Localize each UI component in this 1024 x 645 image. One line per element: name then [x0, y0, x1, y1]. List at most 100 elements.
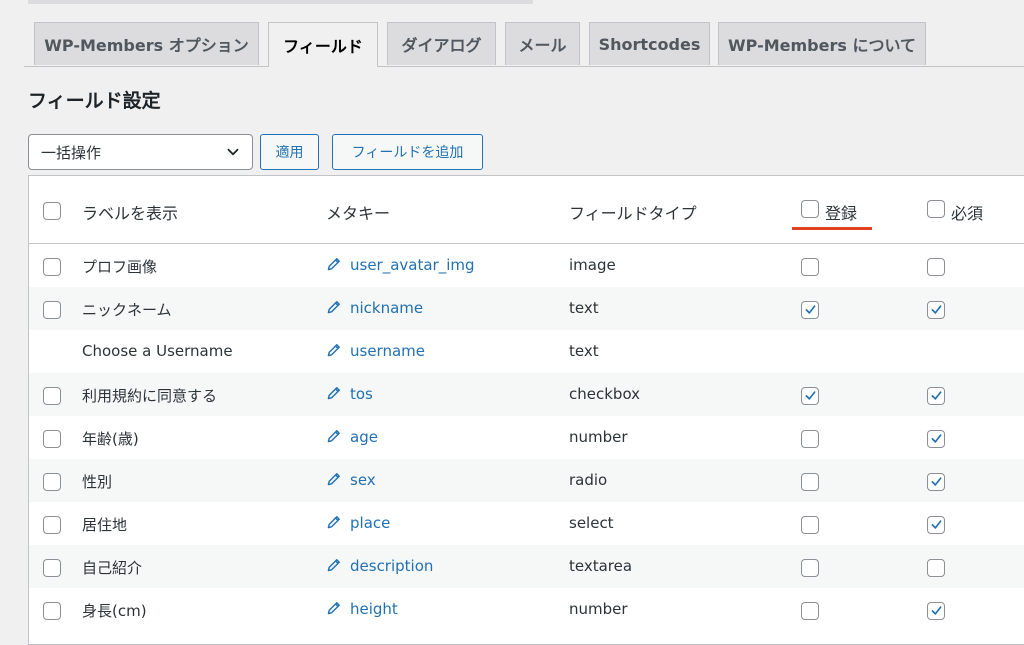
- row-register-checkbox[interactable]: [801, 387, 819, 405]
- row-select-checkbox[interactable]: [43, 559, 61, 577]
- row-required-checkbox[interactable]: [927, 301, 945, 319]
- row-meta-key-link[interactable]: height: [326, 600, 398, 618]
- row-field-type: number: [569, 600, 628, 618]
- row-meta-key: place: [350, 514, 391, 532]
- register-highlight-underline: [792, 227, 872, 230]
- pencil-icon: [327, 430, 340, 443]
- row-select-checkbox[interactable]: [43, 516, 61, 534]
- pencil-icon: [327, 602, 340, 615]
- tab-shortcodes[interactable]: Shortcodes: [589, 22, 710, 65]
- table-row: 身長(cm) height number: [29, 588, 1024, 631]
- row-meta-key: username: [350, 342, 425, 360]
- chevron-down-icon: [227, 148, 239, 156]
- row-register-checkbox[interactable]: [801, 473, 819, 491]
- row-select-checkbox[interactable]: [43, 387, 61, 405]
- row-meta-key: description: [350, 557, 434, 575]
- row-meta-key: nickname: [350, 299, 424, 317]
- column-label-header[interactable]: ラベルを表示: [82, 200, 178, 224]
- register-all-checkbox[interactable]: [801, 200, 819, 218]
- row-required-checkbox[interactable]: [927, 430, 945, 448]
- row-meta-key: tos: [350, 385, 373, 403]
- row-meta-key-link[interactable]: username: [326, 342, 425, 360]
- row-label: 利用規約に同意する: [82, 387, 218, 405]
- column-field-type-header[interactable]: フィールドタイプ: [569, 200, 697, 224]
- table-header: ラベルを表示 メタキー フィールドタイプ 登録 必須: [29, 176, 1024, 244]
- row-register-checkbox[interactable]: [801, 602, 819, 620]
- row-meta-key: user_avatar_img: [350, 256, 475, 274]
- row-select-checkbox[interactable]: [43, 602, 61, 620]
- row-label: 自己紹介: [82, 559, 143, 577]
- top-scrollbar-strip: [28, 0, 533, 4]
- row-field-type: number: [569, 428, 628, 446]
- row-register-checkbox[interactable]: [801, 559, 819, 577]
- row-meta-key: sex: [350, 471, 376, 489]
- row-required-checkbox[interactable]: [927, 559, 945, 577]
- bulk-action-value: 一括操作: [41, 143, 102, 162]
- row-field-type: text: [569, 299, 599, 317]
- bulk-action-select[interactable]: 一括操作: [28, 134, 253, 170]
- row-field-type: text: [569, 342, 599, 360]
- row-meta-key: age: [350, 428, 378, 446]
- row-label: 居住地: [82, 516, 128, 534]
- row-register-checkbox[interactable]: [801, 430, 819, 448]
- table-row: Choose a Username username text: [29, 330, 1024, 373]
- tab-fields[interactable]: フィールド: [268, 22, 378, 67]
- row-required-checkbox[interactable]: [927, 516, 945, 534]
- table-row: 利用規約に同意する tos checkbox: [29, 373, 1024, 416]
- table-row: プロフ画像 user_avatar_img image: [29, 244, 1024, 287]
- table-row: 年齢(歳) age number: [29, 416, 1024, 459]
- pencil-icon: [327, 387, 340, 400]
- pencil-icon: [327, 473, 340, 486]
- table-row: 自己紹介 description textarea: [29, 545, 1024, 588]
- row-label: 身長(cm): [82, 602, 147, 620]
- add-field-button[interactable]: フィールドを追加: [332, 134, 483, 170]
- select-all-checkbox[interactable]: [43, 202, 61, 220]
- row-register-checkbox[interactable]: [801, 301, 819, 319]
- tab-about[interactable]: WP-Members について: [718, 22, 926, 65]
- row-field-type: image: [569, 256, 616, 274]
- row-meta-key-link[interactable]: place: [326, 514, 390, 532]
- pencil-icon: [327, 344, 340, 357]
- row-meta-key-link[interactable]: tos: [326, 385, 373, 403]
- table-row: 居住地 place select: [29, 502, 1024, 545]
- row-label: 性別: [82, 473, 113, 491]
- apply-button[interactable]: 適用: [260, 134, 319, 170]
- row-label: プロフ画像: [82, 258, 158, 276]
- row-label: 年齢(歳): [82, 430, 139, 448]
- table-row: ニックネーム nickname text: [29, 287, 1024, 330]
- row-field-type: textarea: [569, 557, 633, 575]
- pencil-icon: [327, 516, 340, 529]
- pencil-icon: [327, 559, 340, 572]
- row-required-checkbox[interactable]: [927, 602, 945, 620]
- row-meta-key-link[interactable]: age: [326, 428, 378, 446]
- row-meta-key-link[interactable]: description: [326, 557, 433, 575]
- row-select-checkbox[interactable]: [43, 301, 61, 319]
- row-register-checkbox[interactable]: [801, 516, 819, 534]
- pencil-icon: [327, 301, 340, 314]
- required-all-checkbox[interactable]: [927, 200, 945, 218]
- row-required-checkbox[interactable]: [927, 473, 945, 491]
- row-meta-key-link[interactable]: nickname: [326, 299, 423, 317]
- row-label: Choose a Username: [82, 342, 233, 360]
- tab-options[interactable]: WP-Members オプション: [34, 22, 259, 65]
- tabs-divider: [24, 66, 1024, 67]
- column-meta-key-header[interactable]: メタキー: [326, 200, 390, 224]
- row-field-type: radio: [569, 471, 608, 489]
- tab-dialogs[interactable]: ダイアログ: [387, 22, 496, 65]
- fields-table: ラベルを表示 メタキー フィールドタイプ 登録 必須 プロフ画像 user_ava…: [28, 175, 1024, 645]
- column-register-header: 登録: [825, 204, 858, 223]
- page-title: フィールド設定: [28, 90, 161, 112]
- row-meta-key-link[interactable]: user_avatar_img: [326, 256, 475, 274]
- row-select-checkbox[interactable]: [43, 430, 61, 448]
- row-select-checkbox[interactable]: [43, 473, 61, 491]
- tab-emails[interactable]: メール: [505, 22, 580, 65]
- row-field-type: checkbox: [569, 385, 641, 403]
- row-meta-key-link[interactable]: sex: [326, 471, 376, 489]
- row-register-checkbox[interactable]: [801, 258, 819, 276]
- column-required-header: 必須: [951, 204, 984, 223]
- row-meta-key: height: [350, 600, 398, 618]
- row-select-checkbox[interactable]: [43, 258, 61, 276]
- row-required-checkbox[interactable]: [927, 258, 945, 276]
- row-label: ニックネーム: [82, 301, 172, 319]
- row-required-checkbox[interactable]: [927, 387, 945, 405]
